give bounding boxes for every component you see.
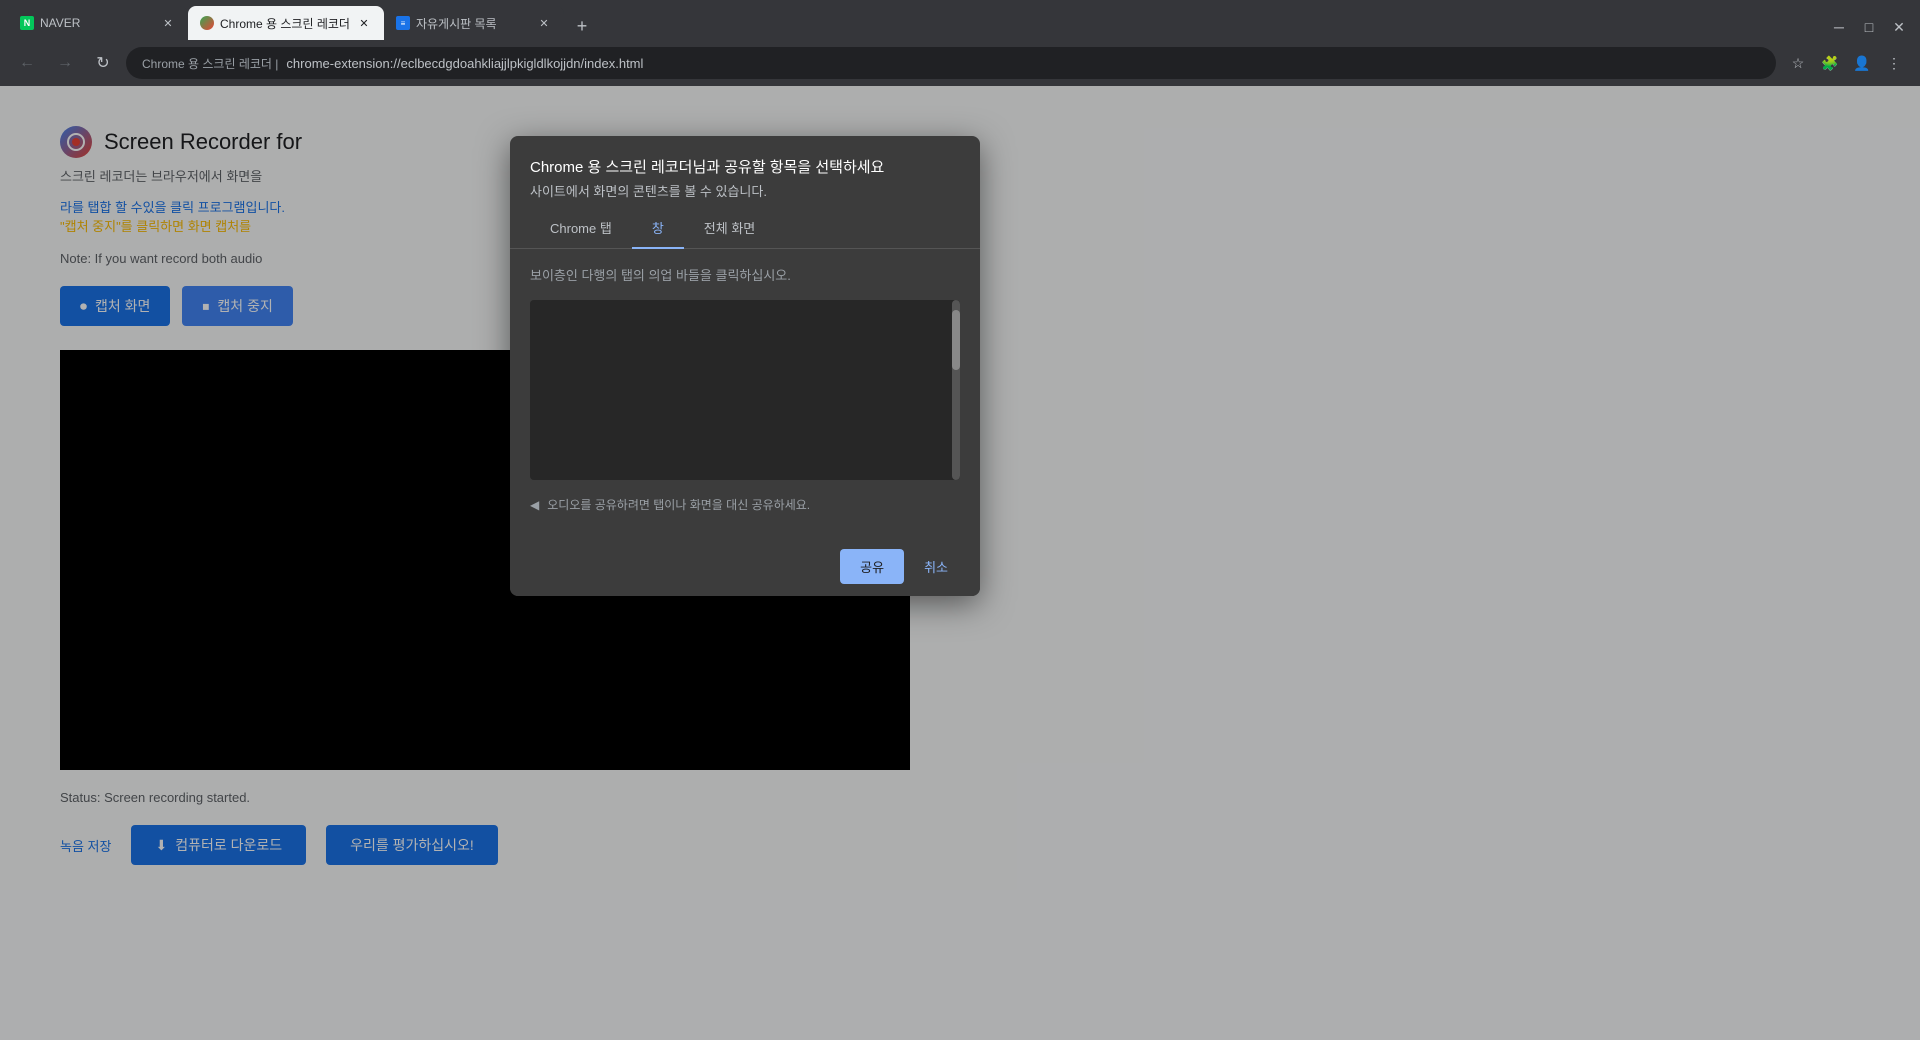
minimize-button[interactable]: ─	[1826, 14, 1852, 40]
modal-tabs: Chrome 탭 창 전체 화면	[510, 208, 980, 249]
modal-header: Chrome 용 스크린 레코더님과 공유할 항목을 선택하세요 사이트에서 화…	[510, 136, 980, 208]
account-icon[interactable]: 👤	[1848, 49, 1876, 77]
tab-naver[interactable]: N NAVER ✕	[8, 6, 188, 40]
window-controls: ─ □ ✕	[1826, 14, 1912, 40]
address-prefix: Chrome 용 스크린 레코더 |	[142, 55, 278, 72]
restore-button[interactable]: □	[1856, 14, 1882, 40]
modal-tab-chrome[interactable]: Chrome 탭	[530, 208, 632, 249]
back-button[interactable]: ←	[12, 48, 42, 78]
address-actions: ☆ 🧩 👤 ⋮	[1784, 49, 1908, 77]
memo-favicon-icon: ≡	[396, 16, 410, 30]
address-url: chrome-extension://eclbecdgdoahkliajjlpk…	[286, 56, 1760, 71]
modal-hint-text: 보이층인 다행의 탭의 의업 바들을 클릭하십시오.	[530, 265, 960, 284]
tab-bar: N NAVER ✕ Chrome 용 스크린 레코더 ✕ ≡ 자유게시판 목록 …	[0, 0, 1920, 40]
address-bar: ← → ↻ Chrome 용 스크린 레코더 | chrome-extensio…	[0, 40, 1920, 86]
new-tab-button[interactable]: +	[568, 12, 596, 40]
modal-title: Chrome 용 스크린 레코더님과 공유할 항목을 선택하세요	[530, 156, 960, 177]
modal-footer: 공유 취소	[510, 537, 980, 596]
recorder-favicon-icon	[200, 16, 214, 30]
browser-frame: N NAVER ✕ Chrome 용 스크린 레코더 ✕ ≡ 자유게시판 목록 …	[0, 0, 1920, 1040]
share-dialog: Chrome 용 스크린 레코더님과 공유할 항목을 선택하세요 사이트에서 화…	[510, 136, 980, 596]
tab-recorder-close-icon[interactable]: ✕	[356, 15, 372, 31]
modal-subtitle: 사이트에서 화면의 콘텐츠를 볼 수 있습니다.	[530, 181, 960, 200]
refresh-button[interactable]: ↻	[88, 48, 118, 78]
page-content: Screen Recorder for 스크린 레코더는 브라우저에서 화면을 …	[0, 86, 1920, 1040]
bookmark-icon[interactable]: ☆	[1784, 49, 1812, 77]
tab-naver-close-icon[interactable]: ✕	[160, 15, 176, 31]
modal-audio-hint: ◀ 오디오를 공유하려면 탭이나 화면을 대신 공유하세요.	[530, 488, 960, 521]
tab-recorder-title: Chrome 용 스크린 레코더	[220, 15, 350, 32]
cancel-button[interactable]: 취소	[912, 549, 960, 584]
arrow-left-icon: ◀	[530, 498, 539, 512]
close-button[interactable]: ✕	[1886, 14, 1912, 40]
naver-favicon-icon: N	[20, 16, 34, 30]
address-input[interactable]: Chrome 용 스크린 레코더 | chrome-extension://ec…	[126, 47, 1776, 79]
extensions-icon[interactable]: 🧩	[1816, 49, 1844, 77]
tab-recorder[interactable]: Chrome 용 스크린 레코더 ✕	[188, 6, 384, 40]
tab-memo-title: 자유게시판 목록	[416, 15, 530, 32]
modal-preview-content	[530, 300, 960, 480]
tab-memo-close-icon[interactable]: ✕	[536, 15, 552, 31]
tab-memo[interactable]: ≡ 자유게시판 목록 ✕	[384, 6, 564, 40]
tab-naver-title: NAVER	[40, 16, 154, 30]
modal-scrollbar[interactable]	[952, 300, 960, 480]
modal-preview-area[interactable]	[530, 300, 960, 480]
modal-tab-fullscreen[interactable]: 전체 화면	[684, 208, 775, 249]
scrollbar-track	[952, 300, 960, 480]
share-button[interactable]: 공유	[840, 549, 904, 584]
scrollbar-thumb[interactable]	[952, 310, 960, 370]
forward-button[interactable]: →	[50, 48, 80, 78]
modal-tab-window[interactable]: 창	[632, 208, 684, 249]
modal-body: 보이층인 다행의 탭의 의업 바들을 클릭하십시오. ◀ 오디오를	[510, 249, 980, 537]
menu-icon[interactable]: ⋮	[1880, 49, 1908, 77]
modal-overlay: Chrome 용 스크린 레코더님과 공유할 항목을 선택하세요 사이트에서 화…	[0, 86, 1920, 1040]
